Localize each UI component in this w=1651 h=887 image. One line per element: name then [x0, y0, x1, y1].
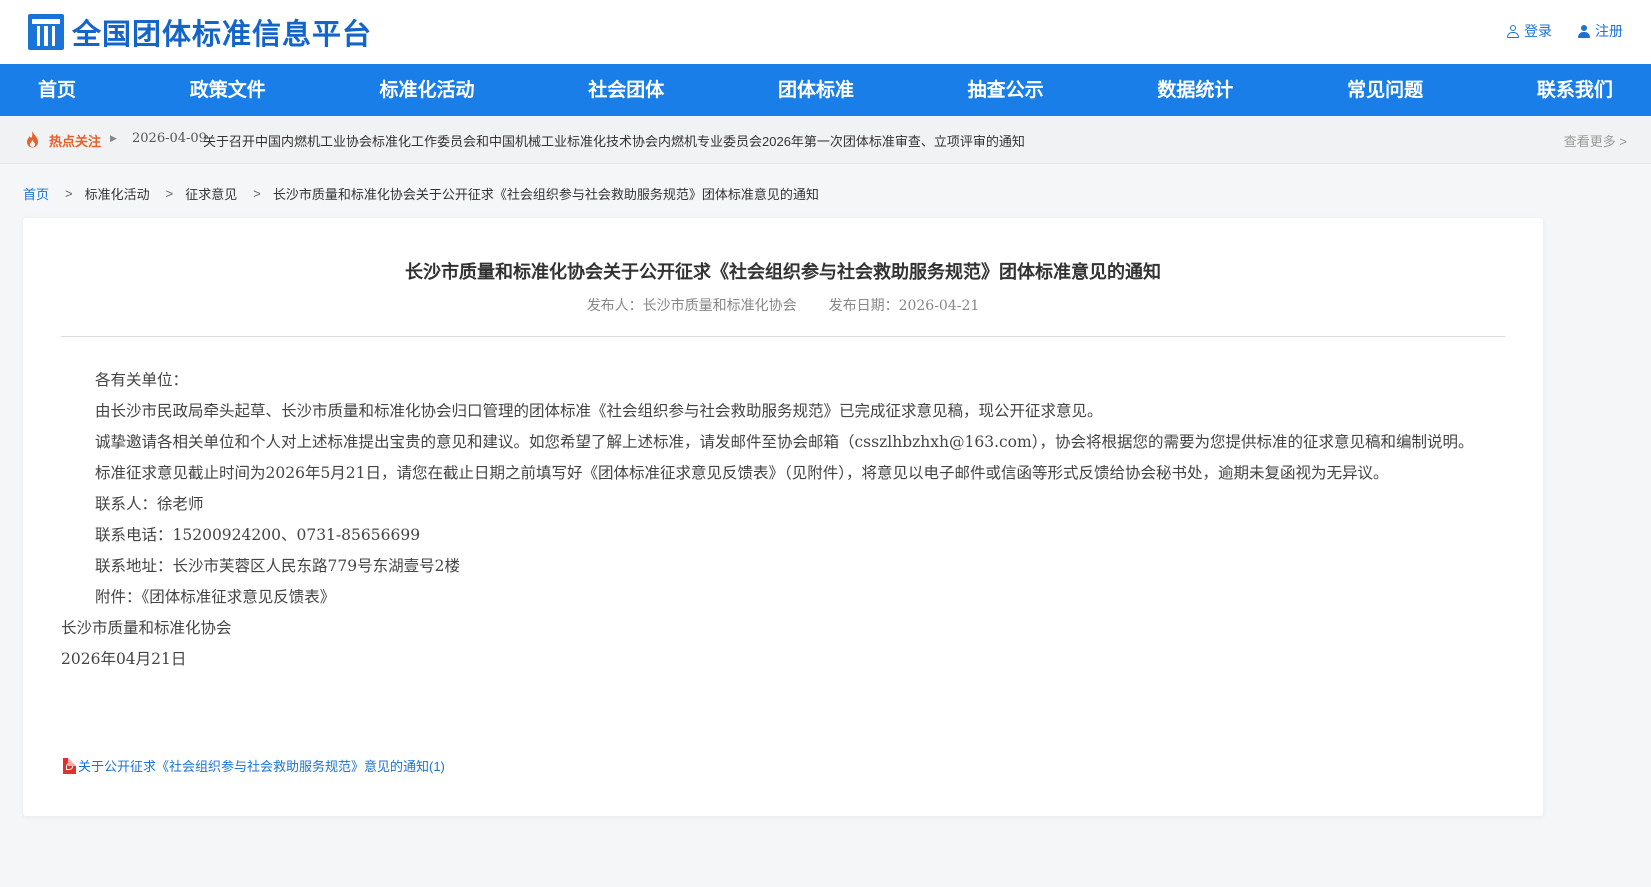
pdf-icon: [63, 757, 76, 774]
site-title: 全国团体标准信息平台: [72, 17, 373, 51]
signature-org: 长沙市质量和标准化协会: [61, 619, 232, 637]
nav-item-activities[interactable]: 标准化活动: [379, 64, 474, 116]
register-label: 注册: [1595, 23, 1623, 39]
nav-item-faq[interactable]: 常见问题: [1347, 64, 1423, 116]
paragraph-contact-address: 联系地址：长沙市芙蓉区人民东路779号东湖壹号2楼: [95, 557, 460, 575]
hot-news-bar: 热点关注 ▶ 2026-04-09 关于召开中国内燃机工业协会标准化工作委员会和…: [0, 116, 1651, 164]
site-header: 全国团体标准信息平台 登录 注册: [0, 0, 1651, 64]
hot-label: 热点关注: [49, 134, 102, 149]
breadcrumb-separator: >: [165, 186, 174, 201]
article-date: 发布日期：2026-04-21: [828, 298, 980, 314]
site-logo[interactable]: 全国团体标准信息平台: [28, 11, 372, 53]
nav-item-organizations[interactable]: 社会团体: [588, 64, 664, 116]
breadcrumb: 首页 > 标准化活动 > 征求意见 > 长沙市质量和标准化协会关于公开征求《社会…: [23, 184, 819, 203]
nav-item-contact[interactable]: 联系我们: [1537, 64, 1613, 116]
paragraph-invitation: 诚挚邀请各相关单位和个人对上述标准提出宝贵的意见和建议。如您希望了解上述标准，请…: [95, 433, 1474, 451]
fire-icon: [27, 131, 38, 148]
breadcrumb-separator: >: [253, 186, 261, 201]
auth-links: 登录 注册: [1507, 21, 1623, 41]
triangle-right-icon: ▶: [110, 133, 117, 143]
attachment-link[interactable]: 关于公开征求《社会组织参与社会救助服务规范》意见的通知(1): [63, 756, 445, 775]
nav-item-policy[interactable]: 政策文件: [190, 64, 266, 116]
article-publisher: 发布人：长沙市质量和标准化协会: [586, 297, 797, 313]
main-nav: 首页 政策文件 标准化活动 社会团体 团体标准 抽查公示 数据统计 常见问题 联…: [0, 64, 1651, 116]
nav-item-standards[interactable]: 团体标准: [778, 64, 854, 116]
article-title: 长沙市质量和标准化协会关于公开征求《社会组织参与社会救助服务规范》团体标准意见的…: [405, 262, 1161, 283]
paragraph-contact-person: 联系人：徐老师: [95, 495, 204, 513]
paragraph-deadline: 标准征求意见截止时间为2026年5月21日，请您在截止日期之前填写好《团体标准征…: [95, 464, 1389, 482]
article-body: 各有关单位： 由长沙市民政局牵头起草、长沙市质量和标准化协会归口管理的团体标准《…: [61, 365, 1505, 675]
hot-news-link[interactable]: 关于召开中国内燃机工业协会标准化工作委员会和中国机械工业标准化技术协会内燃机专业…: [203, 131, 1025, 150]
user-outline-icon: [1507, 24, 1519, 38]
paragraph-contact-phone: 联系电话：15200924200、0731-85656699: [95, 526, 421, 544]
register-link[interactable]: 注册: [1578, 21, 1623, 41]
logo-icon: [28, 14, 64, 50]
paragraph-salutation: 各有关单位：: [95, 371, 189, 389]
article-card: 长沙市质量和标准化协会关于公开征求《社会组织参与社会救助服务规范》团体标准意见的…: [23, 218, 1543, 816]
login-label: 登录: [1524, 23, 1552, 39]
divider: [61, 336, 1505, 337]
user-solid-icon: [1578, 24, 1590, 38]
article-meta: 发布人：长沙市质量和标准化协会 发布日期：2026-04-21: [23, 295, 1543, 315]
breadcrumb-comments[interactable]: 征求意见: [185, 184, 237, 203]
hot-news-date: 2026-04-09: [132, 131, 207, 146]
paragraph-intro: 由长沙市民政局牵头起草、长沙市质量和标准化协会归口管理的团体标准《社会组织参与社…: [95, 402, 1103, 420]
breadcrumb-activities[interactable]: 标准化活动: [85, 184, 150, 203]
attachment-label: 关于公开征求《社会组织参与社会救助服务规范》意见的通知(1): [78, 759, 445, 774]
login-link[interactable]: 登录: [1507, 21, 1552, 41]
paragraph-attachment: 附件：《团体标准征求意见反馈表》: [95, 588, 336, 606]
nav-item-statistics[interactable]: 数据统计: [1157, 64, 1233, 116]
nav-item-home[interactable]: 首页: [38, 64, 76, 116]
breadcrumb-home[interactable]: 首页: [23, 184, 49, 203]
breadcrumb-current: 长沙市质量和标准化协会关于公开征求《社会组织参与社会救助服务规范》团体标准意见的…: [272, 187, 819, 202]
nav-item-inspection[interactable]: 抽查公示: [968, 64, 1044, 116]
view-more-link[interactable]: 查看更多 >: [1564, 131, 1627, 150]
breadcrumb-separator: >: [65, 186, 73, 201]
signature-date: 2026年04月21日: [61, 650, 187, 668]
